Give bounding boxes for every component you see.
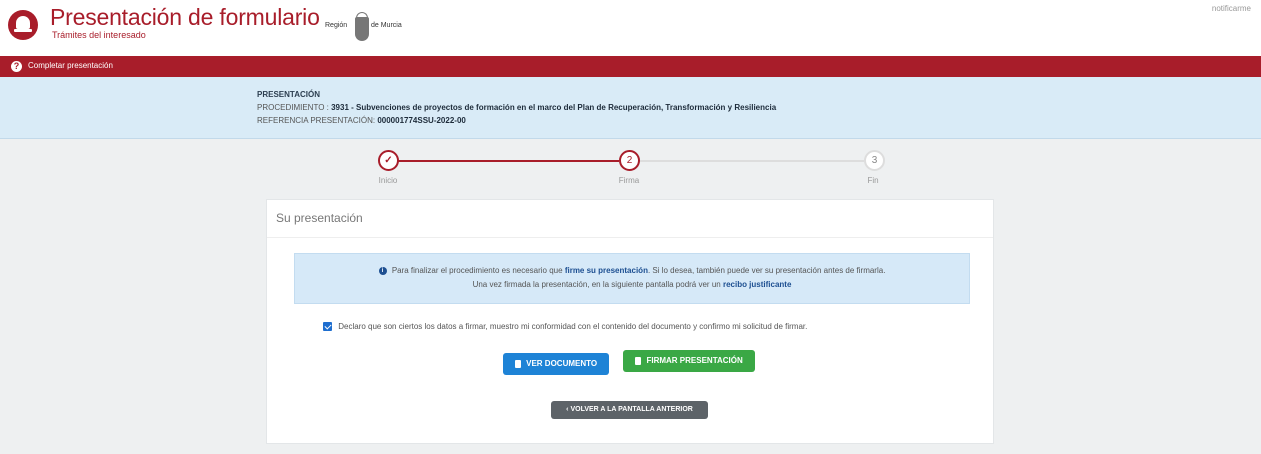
view-document-label: VER DOCUMENTO: [526, 359, 598, 368]
file-icon: [514, 359, 521, 368]
step-2-circle: 2: [619, 150, 640, 171]
help-icon: ?: [11, 61, 22, 72]
confirm-checkbox-row[interactable]: Declaro que son ciertos los datos a firm…: [323, 322, 808, 332]
info-title: PRESENTACIÓN: [257, 90, 320, 99]
back-button-label: VOLVER A LA PANTALLA ANTERIOR: [570, 406, 693, 413]
card-title: Su presentación: [267, 200, 993, 238]
step-1-label: Inicio: [378, 176, 398, 185]
info-icon: i: [378, 266, 387, 275]
reference-label: REFERENCIA PRESENTACIÓN:: [257, 116, 376, 125]
app-title: Presentación de formulario: [50, 4, 320, 30]
procedure-label: PROCEDIMIENTO :: [257, 103, 329, 112]
region-logo-text-right: de Murcia: [371, 22, 402, 29]
info-alert: i Para finalizar el procedimiento es nec…: [294, 253, 970, 304]
view-document-button[interactable]: VER DOCUMENTO: [503, 353, 609, 375]
status-bar: ? Completar presentación: [0, 56, 1261, 77]
procedure-value: 3931 - Subvenciones de proyectos de form…: [331, 103, 777, 112]
alert-text-1: Para finalizar el procedimiento es neces…: [391, 266, 563, 275]
sign-presentation-label: FIRMAR PRESENTACIÓN: [646, 356, 743, 365]
user-link[interactable]: notificarme: [1212, 4, 1251, 13]
alert-text-2: . Si lo desea, también puede ver su pres…: [647, 266, 886, 275]
step-3-circle: 3: [864, 150, 885, 171]
alert-bold-1: firme su presentación: [564, 266, 648, 275]
step-1-check-icon: ✓: [378, 150, 399, 171]
coat-of-arms-icon: [355, 17, 369, 41]
app-logo-icon[interactable]: [8, 10, 38, 40]
status-bar-label: Completar presentación: [28, 61, 113, 70]
app-subtitle: Trámites del interesado: [52, 30, 146, 40]
stepper-pending-line: [639, 160, 864, 162]
reference-value: 000001774SSU-2022-00: [377, 116, 466, 125]
alert-bold-2: recibo justificante: [722, 280, 792, 289]
confirm-checkbox-label: Declaro que son ciertos los datos a firm…: [338, 322, 808, 331]
step-3-label: Fin: [867, 176, 879, 185]
alert-text-3: Una vez firmada la presentación, en la s…: [472, 280, 721, 289]
stepper-progress-line: [397, 160, 619, 162]
reference-line: REFERENCIA PRESENTACIÓN: 000001774SSU-20…: [257, 116, 466, 125]
step-2-label: Firma: [618, 176, 640, 185]
document-icon: [635, 356, 642, 365]
region-logo: Región de Murcia: [325, 12, 435, 48]
region-logo-text-left: Región: [325, 22, 348, 29]
back-button[interactable]: ‹ VOLVER A LA PANTALLA ANTERIOR: [551, 401, 708, 419]
confirm-checkbox[interactable]: [323, 322, 332, 332]
sign-presentation-button[interactable]: FIRMAR PRESENTACIÓN: [623, 350, 755, 372]
top-header: Presentación de formulario Trámites del …: [0, 0, 1261, 56]
presentation-card: Su presentación i Para finalizar el proc…: [266, 199, 994, 444]
procedure-line: PROCEDIMIENTO : 3931 - Subvenciones de p…: [257, 103, 776, 112]
